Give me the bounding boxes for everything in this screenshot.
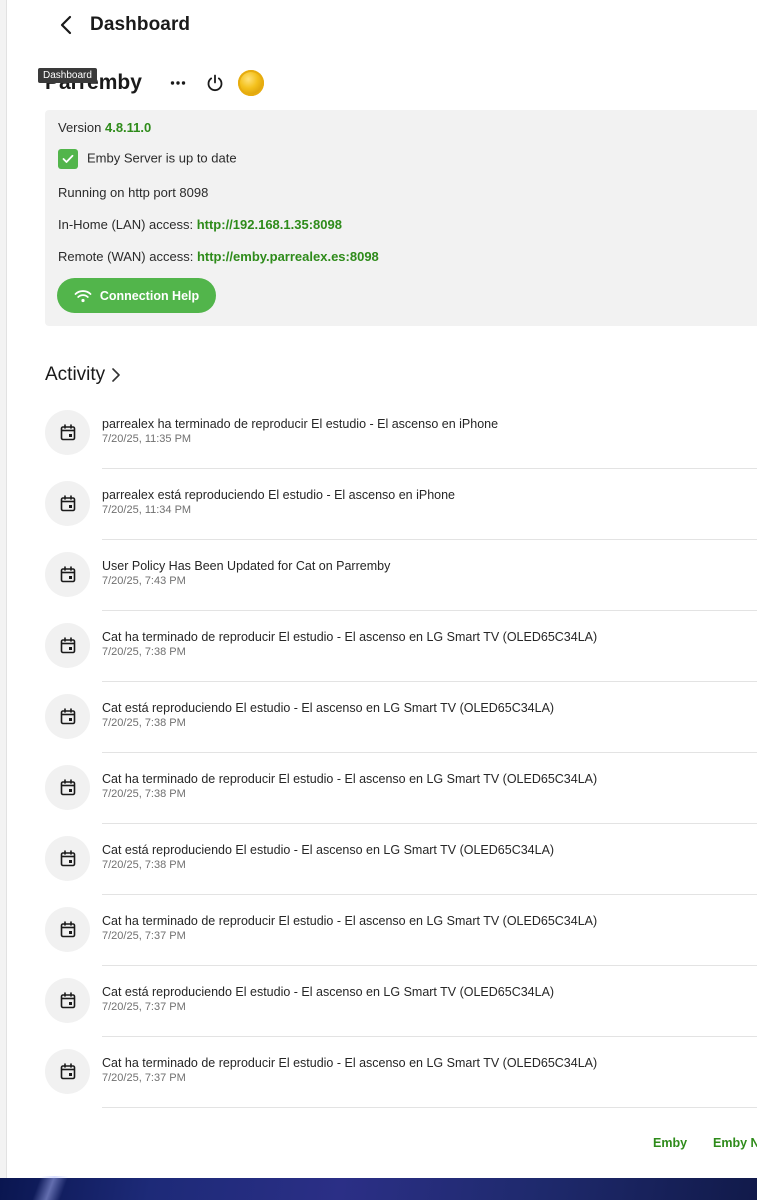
calendar-icon <box>45 978 90 1023</box>
activity-item-date: 7/20/25, 7:37 PM <box>102 1072 186 1084</box>
calendar-icon <box>45 481 90 526</box>
activity-list-item[interactable]: Cat ha terminado de reproducir El estudi… <box>45 895 757 966</box>
server-info-card: Version 4.8.11.0 Emby Server is up to da… <box>45 110 757 326</box>
activity-item-date: 7/20/25, 7:43 PM <box>102 575 186 587</box>
calendar-icon <box>45 623 90 668</box>
back-button[interactable] <box>52 10 80 40</box>
dock-highlight <box>20 1176 80 1200</box>
footer-link-emby-n[interactable]: Emby N <box>713 1136 757 1150</box>
activity-item-text: Cat está reproduciendo El estudio - El a… <box>102 985 554 1013</box>
activity-list-item[interactable]: Cat está reproduciendo El estudio - El a… <box>45 682 757 753</box>
activity-item-date: 7/20/25, 7:38 PM <box>102 859 186 871</box>
more-button[interactable] <box>162 67 194 99</box>
version-label: Version <box>58 120 105 135</box>
more-horizontal-icon <box>170 81 186 85</box>
activity-item-date: 7/20/25, 7:37 PM <box>102 930 186 942</box>
activity-list-item[interactable]: parrealex ha terminado de reproducir El … <box>45 398 757 469</box>
activity-item-title: Cat ha terminado de reproducir El estudi… <box>102 1056 598 1070</box>
activity-item-date: 7/20/25, 7:38 PM <box>102 717 186 729</box>
check-icon <box>58 149 78 169</box>
lan-access-link[interactable]: http://192.168.1.35:8098 <box>197 217 342 232</box>
activity-item-text: parrealex está reproduciendo El estudio … <box>102 488 455 516</box>
chevron-left-icon <box>60 15 72 35</box>
activity-item-title: Cat ha terminado de reproducir El estudi… <box>102 630 598 644</box>
update-status-line: Emby Server is up to date <box>58 149 237 169</box>
tooltip: Dashboard <box>38 68 97 83</box>
activity-item-title: Cat ha terminado de reproducir El estudi… <box>102 772 598 786</box>
activity-item-title: Cat está reproduciendo El estudio - El a… <box>102 843 555 857</box>
activity-item-title: Cat ha terminado de reproducir El estudi… <box>102 914 598 928</box>
footer-link-emby[interactable]: Emby <box>653 1136 687 1150</box>
activity-list: parrealex ha terminado de reproducir El … <box>45 398 757 1108</box>
calendar-icon <box>45 552 90 597</box>
calendar-icon <box>45 1049 90 1094</box>
divider <box>102 1107 757 1108</box>
activity-title: Activity <box>45 364 106 385</box>
update-status-text: Emby Server is up to date <box>87 150 237 166</box>
page-header: Dashboard <box>50 8 190 42</box>
chevron-right-icon <box>112 368 120 382</box>
activity-item-text: Cat está reproduciendo El estudio - El a… <box>102 843 554 871</box>
activity-item-text: Cat ha terminado de reproducir El estudi… <box>102 1056 597 1084</box>
port-line: Running on http port 8098 <box>58 185 209 200</box>
version-line: Version 4.8.11.0 <box>58 120 151 135</box>
desktop-dock-strip <box>0 1176 757 1200</box>
activity-list-item[interactable]: Cat ha terminado de reproducir El estudi… <box>45 611 757 682</box>
activity-item-text: parrealex ha terminado de reproducir El … <box>102 417 498 445</box>
power-button[interactable] <box>199 67 231 99</box>
dashboard-page: Dashboard Parremby Dashboard Version 4.8… <box>0 0 757 1178</box>
activity-list-item[interactable]: Cat está reproduciendo El estudio - El a… <box>45 966 757 1037</box>
activity-item-date: 7/20/25, 7:37 PM <box>102 1001 186 1013</box>
activity-item-title: Cat está reproduciendo El estudio - El a… <box>102 701 555 715</box>
connection-help-label: Connection Help <box>99 288 200 303</box>
wan-access-label: Remote (WAN) access: <box>58 249 197 264</box>
emby-premiere-badge-icon[interactable] <box>237 70 264 96</box>
activity-item-text: Cat ha terminado de reproducir El estudi… <box>102 630 597 658</box>
footer-links: Emby Emby N <box>653 1136 757 1150</box>
activity-header-link[interactable]: Activity <box>45 364 121 386</box>
activity-item-text: Cat está reproduciendo El estudio - El a… <box>102 701 554 729</box>
connection-help-button[interactable]: Connection Help <box>57 278 216 313</box>
activity-list-item[interactable]: Cat está reproduciendo El estudio - El a… <box>45 824 757 895</box>
activity-list-item[interactable]: User Policy Has Been Updated for Cat on … <box>45 540 757 611</box>
wan-access-link[interactable]: http://emby.parrealex.es:8098 <box>197 249 379 264</box>
activity-item-text: Cat ha terminado de reproducir El estudi… <box>102 772 597 800</box>
activity-list-item[interactable]: parrealex está reproduciendo El estudio … <box>45 469 757 540</box>
activity-item-date: 7/20/25, 7:38 PM <box>102 646 186 658</box>
activity-item-text: Cat ha terminado de reproducir El estudi… <box>102 914 597 942</box>
activity-item-title: parrealex ha terminado de reproducir El … <box>102 417 499 431</box>
activity-item-date: 7/20/25, 11:34 PM <box>102 504 192 516</box>
calendar-icon <box>45 694 90 739</box>
version-value: 4.8.11.0 <box>104 120 152 135</box>
activity-item-date: 7/20/25, 11:35 PM <box>102 433 192 445</box>
calendar-icon <box>45 765 90 810</box>
activity-list-item[interactable]: Cat ha terminado de reproducir El estudi… <box>45 1037 757 1108</box>
lan-access-line: In-Home (LAN) access: http://192.168.1.3… <box>58 217 342 232</box>
calendar-icon <box>45 410 90 455</box>
wifi-icon <box>74 289 92 302</box>
lan-access-label: In-Home (LAN) access: <box>58 217 197 232</box>
wan-access-line: Remote (WAN) access: http://emby.parreal… <box>58 249 379 264</box>
activity-list-item[interactable]: Cat ha terminado de reproducir El estudi… <box>45 753 757 824</box>
activity-item-title: User Policy Has Been Updated for Cat on … <box>102 559 391 573</box>
power-icon <box>207 74 223 92</box>
activity-item-text: User Policy Has Been Updated for Cat on … <box>102 559 390 587</box>
activity-item-title: parrealex está reproduciendo El estudio … <box>102 488 455 502</box>
calendar-icon <box>45 907 90 952</box>
activity-item-date: 7/20/25, 7:38 PM <box>102 788 186 800</box>
page-title: Dashboard <box>90 14 191 35</box>
calendar-icon <box>45 836 90 881</box>
activity-item-title: Cat está reproduciendo El estudio - El a… <box>102 985 555 999</box>
